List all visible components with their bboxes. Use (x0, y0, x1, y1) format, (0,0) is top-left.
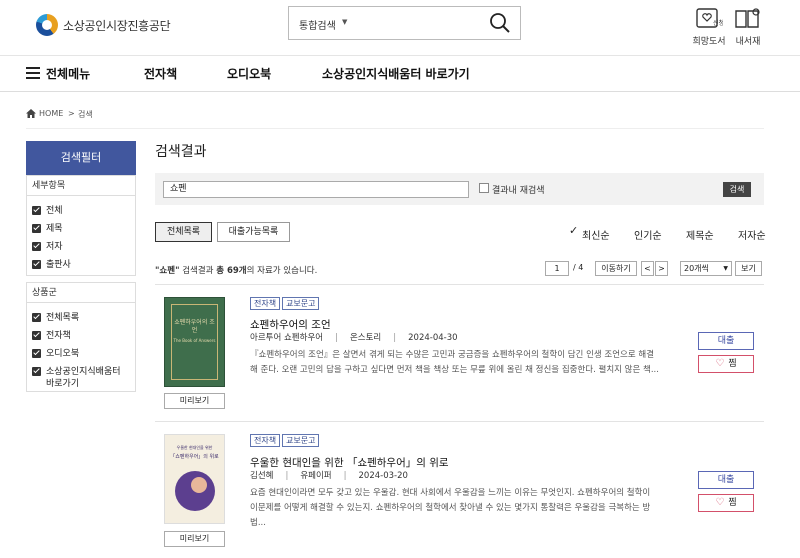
book-description: 요즘 현대인이라면 모두 갖고 있는 우울감. 현대 사회에서 우울감을 느끼는… (250, 488, 651, 528)
filter-audiobook[interactable]: 오디오북 (27, 345, 135, 363)
filter-publisher[interactable]: 출판사 (27, 256, 135, 274)
my-library-link[interactable]: 내서재 (723, 34, 773, 47)
filter-all-list[interactable]: 전체목록 (27, 309, 135, 327)
heart-icon: ♡ (715, 497, 725, 508)
product-filter-group: 상품군 전체목록 전자책 오디오북 소상공인지식배움터 바로가기 (26, 282, 136, 392)
refine-search-button[interactable]: 검색 (723, 182, 751, 197)
page-number-input[interactable]: 1 (545, 261, 569, 276)
favorite-button[interactable]: ♡ 찜 (698, 494, 754, 512)
hamburger-menu-icon[interactable] (26, 67, 40, 79)
breadcrumb-current: 검색 (78, 110, 93, 119)
refine-search-input[interactable]: 쇼펜 (163, 181, 469, 198)
nav-knowledge-center[interactable]: 소상공인지식배움터 바로가기 (322, 65, 470, 82)
tab-all-list[interactable]: 전체목록 (155, 222, 212, 242)
hope-book-request-icon[interactable]: 신청 (695, 6, 723, 32)
search-within-label: 결과내 재검색 (492, 186, 545, 196)
chevron-down-icon[interactable]: ▼ (723, 262, 728, 275)
my-library-icon[interactable] (734, 6, 762, 32)
search-icon[interactable] (489, 12, 511, 34)
checkbox-checked-icon[interactable] (32, 331, 41, 340)
breadcrumb-home[interactable]: HOME (39, 109, 63, 118)
chevron-down-icon[interactable]: ▼ (342, 18, 347, 26)
divider (0, 55, 800, 56)
book-cover[interactable]: 우울한 현대인을 위한 「쇼펜하우어」의 위로 (164, 434, 225, 524)
page-title: 검색결과 (155, 144, 207, 160)
breadcrumb-separator: > (68, 109, 75, 118)
view-button[interactable]: 보기 (735, 261, 762, 276)
cover-title: 「쇼펜하우어」의 위로 (170, 454, 219, 460)
checkbox-checked-icon[interactable] (32, 313, 41, 322)
checkbox-checked-icon[interactable] (32, 349, 41, 358)
cover-title: 쇼펜하우어의 조언 (174, 319, 215, 334)
checkbox-checked-icon[interactable] (32, 367, 41, 376)
goto-page-button[interactable]: 이동하기 (595, 261, 637, 276)
cover-subtitle: 우울한 현대인을 위한 (176, 445, 213, 450)
filter-knowledge-center[interactable]: 소상공인지식배움터 바로가기 (27, 363, 135, 393)
org-logo-icon[interactable] (36, 14, 58, 36)
sort-author[interactable]: 저자순 (738, 227, 766, 242)
borrow-button[interactable]: 대출 (698, 471, 754, 489)
hope-badge: 신청 (713, 19, 723, 27)
filter-ebook[interactable]: 전자책 (27, 327, 135, 345)
detail-group-title: 세부항목 (27, 176, 135, 196)
filter-all[interactable]: 전체 (27, 202, 135, 220)
checkbox-checked-icon[interactable] (32, 206, 41, 215)
next-page-button[interactable]: > (655, 261, 668, 276)
preview-button[interactable]: 미리보기 (164, 393, 225, 409)
checkbox-checked-icon[interactable] (32, 242, 41, 251)
product-group-title: 상품군 (27, 283, 135, 303)
rows-per-page-select[interactable]: 20개씩 ▼ (680, 261, 732, 276)
sort-title[interactable]: 제목순 (686, 227, 714, 242)
book-cover[interactable]: 쇼펜하우어의 조언 The Book of Answers (164, 297, 225, 387)
book-title[interactable]: 쇼펜하우어의 조언 (250, 317, 331, 332)
favorite-button[interactable]: ♡ 찜 (698, 355, 754, 373)
heart-icon: ♡ (715, 358, 725, 369)
detail-filter-group: 세부항목 전체 제목 저자 출판사 (26, 175, 136, 276)
borrow-button[interactable]: 대출 (698, 332, 754, 350)
filter-panel-title: 검색필터 (26, 141, 136, 175)
book-description: 『쇼펜하우어의 조언』은 살면서 겪게 되는 수많은 고민과 궁금증을 쇼펜하우… (250, 350, 659, 375)
preview-button[interactable]: 미리보기 (164, 531, 225, 547)
check-icon: ✓ (569, 224, 579, 237)
org-name[interactable]: 소상공인시장진흥공단 (63, 17, 171, 34)
nav-ebook[interactable]: 전자책 (144, 65, 177, 82)
tag-format: 전자책 (250, 434, 281, 447)
checkbox-checked-icon[interactable] (32, 260, 41, 269)
book-meta: 김선혜 | 유페이퍼 | 2024-03-20 (250, 471, 408, 481)
tag-provider: 교보문고 (282, 434, 320, 447)
nav-all-menu[interactable]: 전체메뉴 (46, 65, 90, 82)
divider (155, 421, 764, 422)
home-icon[interactable] (26, 109, 36, 118)
sort-popular[interactable]: 인기순 (634, 227, 662, 242)
global-search-bar[interactable]: 통합검색 ▼ (288, 6, 521, 40)
checkbox-checked-icon[interactable] (32, 224, 41, 233)
divider (26, 128, 764, 129)
result-count: "쇼펜" 검색결과 총 69개의 자료가 있습니다. (155, 266, 318, 276)
cover-subtitle: The Book of Answers (173, 338, 216, 343)
divider (0, 91, 800, 92)
book-meta: 아르투어 쇼펜하우어 | 온스토리 | 2024-04-30 (250, 333, 458, 343)
prev-page-button[interactable]: < (641, 261, 654, 276)
filter-title[interactable]: 제목 (27, 220, 135, 238)
search-within-checkbox[interactable] (479, 183, 489, 193)
tab-available-list[interactable]: 대출가능목록 (217, 222, 290, 242)
tag-provider: 교보문고 (282, 297, 320, 310)
divider (155, 284, 764, 285)
filter-author[interactable]: 저자 (27, 238, 135, 256)
search-scope-select[interactable]: 통합검색 (299, 17, 336, 32)
book-title[interactable]: 우울한 현대인을 위한 「쇼펜하우어」의 위로 (250, 455, 449, 470)
refine-search-panel: 쇼펜 결과내 재검색 검색 (155, 173, 764, 205)
tag-format: 전자책 (250, 297, 281, 310)
page-total: / 4 (573, 263, 584, 272)
nav-audiobook[interactable]: 오디오북 (227, 65, 271, 82)
sort-latest[interactable]: 최신순 (582, 227, 610, 242)
